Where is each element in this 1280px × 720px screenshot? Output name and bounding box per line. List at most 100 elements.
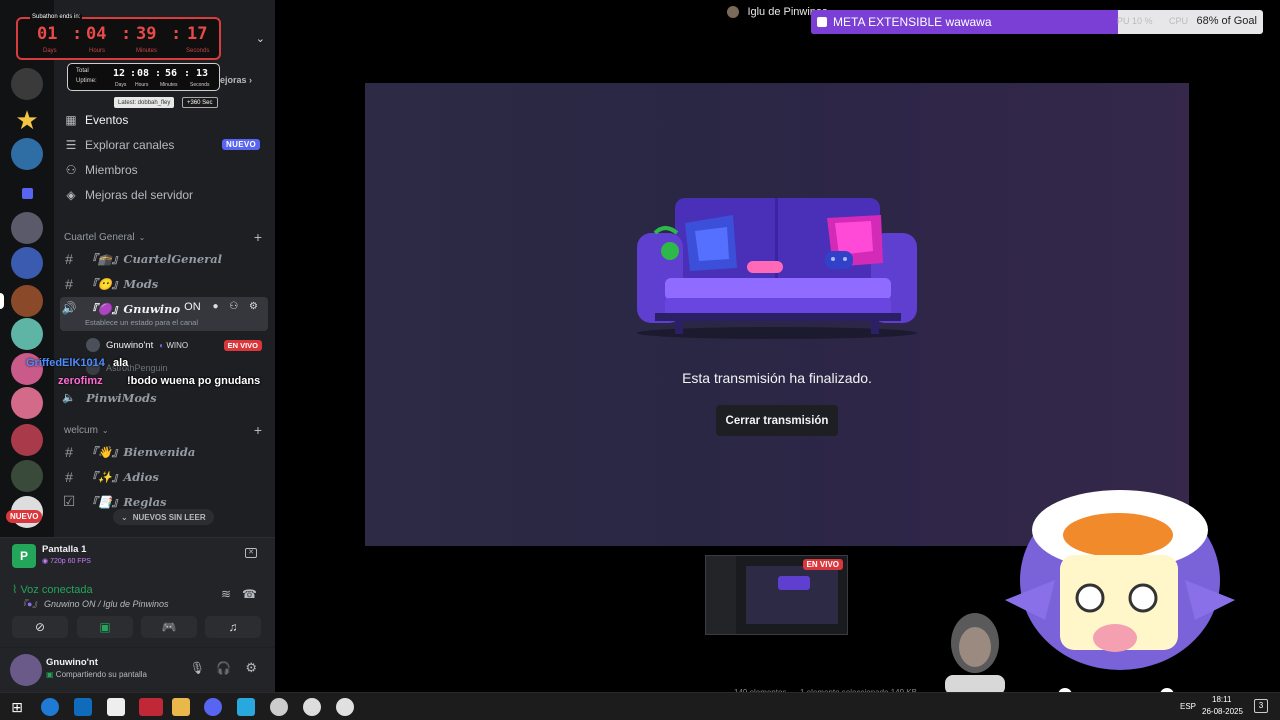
avatar[interactable] [10,654,42,686]
subathon-countdown: Subathon ends in: 01 : 04 : 39 : 17 Days… [16,14,221,60]
uptime-hours: 08 [137,68,150,79]
new-badge: NUEVO [222,139,260,150]
clock-date[interactable]: 26-08-2025 [1202,707,1243,716]
uptime-seconds: 13 [196,68,209,79]
camera-button[interactable]: ⊘ [12,616,68,638]
countdown-hours: 04 [86,24,107,44]
disconnect-icon[interactable]: ☎ [242,587,257,601]
obs-icon[interactable] [336,698,354,716]
language-indicator[interactable]: ESP [1180,702,1196,711]
countdown-days-label: Days [43,48,57,54]
countdown-seconds-label: Seconds [186,48,210,54]
channel-mods[interactable]: # 『😶』Mods [60,272,268,295]
app-icon-2[interactable] [270,698,288,716]
notes-icon[interactable] [237,698,255,716]
penguin-mascot [1005,490,1235,700]
voice-channel[interactable]: 『●』 Gnuwino ON / Iglu de Pinwinos [18,597,169,610]
countdown-hours-label: Hours [89,48,106,54]
channel-name: 『📑』Reglas [86,494,167,509]
edge-icon[interactable] [41,698,59,716]
server-avatar-2[interactable] [11,138,43,170]
server-avatar-7[interactable] [11,387,43,419]
screen-icon: ▣ [46,670,54,679]
folder-icon[interactable] [11,177,43,209]
stop-share-icon[interactable]: ✕ [245,548,257,558]
avatar [86,338,100,352]
unread-pill[interactable]: ⌄ NUEVOS SIN LEER [113,509,214,525]
user-tag: ◐ WINO [159,340,189,350]
app-icon[interactable] [139,698,163,716]
channel-adios[interactable]: # 『✨』Adios [60,465,268,488]
voice-channel-pinwimods[interactable]: 🔈 PinwiMods [60,386,268,409]
nav-mejoras[interactable]: ◈ Mejoras del servidor [64,183,266,207]
screen-share-title: Pantalla 1 [42,544,87,555]
star-server-icon[interactable]: ★ [11,104,43,136]
channel-bienvenida[interactable]: # 『👋』Bienvenida [60,440,268,463]
server-avatar-8[interactable] [11,424,43,456]
server-avatar-5[interactable] [11,318,43,350]
category-label: Cuartel General [64,231,135,243]
voice-user-name: Gnuwino'nt [106,339,154,351]
browse-icon: ☰ [65,138,77,152]
add-channel-icon[interactable]: + [254,229,262,245]
stream-ended-text: Esta transmisión ha finalizado. [682,370,872,386]
discord-icon[interactable] [204,698,222,716]
streamer-camera [945,613,1005,695]
category-cuartel-general[interactable]: Cuartel General ⌄ + [64,229,266,245]
server-avatar-iglu[interactable] [11,285,43,317]
nav-eventos[interactable]: ▦ Eventos [64,108,266,132]
soundboard-button[interactable]: ♫ [205,616,261,638]
nav-miembros[interactable]: ⚇ Miembros [64,158,266,182]
goal-bg-text: CPU [1169,16,1189,26]
store-icon[interactable] [107,698,125,716]
windows-start-icon[interactable]: ⊞ [8,698,26,716]
boost-icon: ◈ [66,188,76,202]
headphones-icon[interactable]: 🎧 [216,661,231,675]
category-welcum[interactable]: welcum ⌄ + [64,422,266,438]
rail-new-badge[interactable]: NUEVO [6,510,43,523]
notifications-icon[interactable]: 3 [1254,699,1268,713]
voice-channel-gnuwino[interactable]: 🔊 『🟣』Gnuwino ON ● ⚇ ⚙ Establece un estad… [60,297,268,331]
boost-label[interactable]: ejoras › [220,75,252,85]
channel-cuartel-general[interactable]: # 『🕋』CuartelGeneral [60,247,268,270]
chat-message: !bodo wuena po gnudans [127,375,261,387]
thumb-sidebar [706,556,736,634]
noise-suppression-icon[interactable]: ≋ [221,587,231,601]
voice-user-gnuwino[interactable]: Gnuwino'nt ◐ WINO EN VIVO [86,337,266,353]
rules-icon: ☑ [62,493,76,509]
share-screen-button[interactable]: ▣ [77,616,133,638]
goal-percent: 68% of Goal [1196,15,1257,27]
channel-tools[interactable]: ● ⚇ ⚙ [212,301,262,312]
nav-explorar-canales[interactable]: ☰ Explorar canales NUEVO [64,133,266,157]
add-channel-icon[interactable]: + [254,422,262,438]
server-avatar-3[interactable] [11,212,43,244]
microphone-icon[interactable]: 🎙 [190,661,205,675]
server-avatar-1[interactable] [11,68,43,100]
server-menu-chevron-icon[interactable]: ⌄ [256,32,265,45]
app-icon-3[interactable] [303,698,321,716]
server-avatar-4[interactable] [11,247,43,279]
screen-share-icon: ▣ [99,620,111,634]
stream-thumbnail[interactable]: EN VIVO [705,555,848,635]
settings-gear-icon[interactable]: ⚙ [245,660,257,676]
clock-time[interactable]: 18:11 [1212,695,1231,704]
chat-user: zerofimz [58,375,103,387]
countdown-header: Subathon ends in: [30,14,83,20]
voice-status[interactable]: ⌇ Voz conectada [12,583,93,596]
channel-name: 『🟣』Gnuwino [86,302,181,316]
chevron-down-icon: ⌄ [121,512,128,522]
activities-button[interactable]: 🎮 [141,616,197,638]
close-stream-button[interactable]: Cerrar transmisión [716,405,838,436]
user-name[interactable]: Gnuwino'nt [46,657,98,668]
channel-status-text[interactable]: Establece un estado para el canal [85,318,198,327]
uptime-days: 12 [113,68,126,79]
server-avatar-9[interactable] [11,460,43,492]
screen-share-quality: ◉ 720p 60 FPS [42,558,91,565]
outlook-icon[interactable] [74,698,92,716]
live-badge: EN VIVO [223,339,262,351]
countdown-minutes: 39 [136,24,157,44]
chat-user: GriffedElK1014 [26,357,105,369]
uptime-hours-label: Hours [135,82,149,88]
file-explorer-icon[interactable] [172,698,190,716]
user-panel: Gnuwino'nt ▣ Compartiendo su pantalla 🎙 … [0,647,275,692]
